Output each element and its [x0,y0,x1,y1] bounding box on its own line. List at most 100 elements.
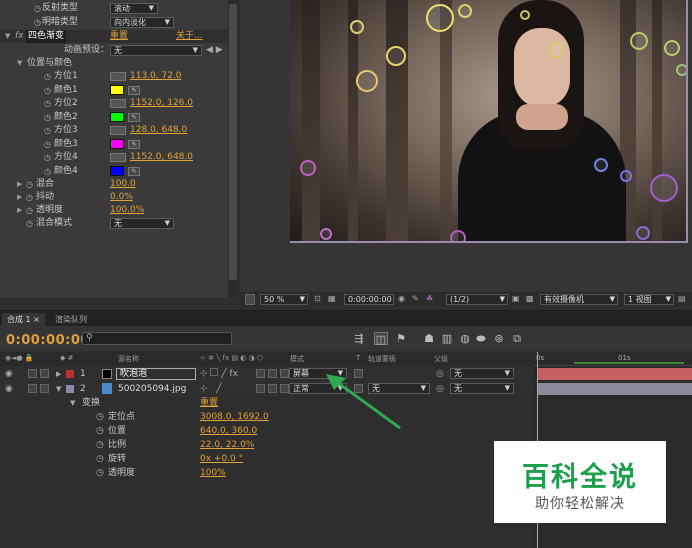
channel-icon[interactable]: ☘ [426,294,433,305]
stopwatch-icon[interactable]: ◷ [26,217,33,230]
prop-value[interactable]: 1152.0, 648.0 [130,151,193,164]
layer-switches[interactable]: ⊹ ╱ fx [200,367,238,381]
twirl-right-icon[interactable]: ▶ [17,178,22,191]
stopwatch-icon[interactable]: ◷ [34,2,41,15]
parent-dropdown[interactable]: 无 ▼ [450,368,514,379]
camera-dropdown[interactable]: 有效摄像机 ▼ [540,294,618,305]
prop-value[interactable]: 100.0 [110,178,136,191]
prop-value[interactable]: 0x +0.0 ° [200,452,243,466]
color-swatch[interactable] [110,84,124,95]
layer-name[interactable]: 吹泡泡 [116,368,196,380]
label-column-icon[interactable]: ◆ # [60,354,73,362]
effects-scrollbar[interactable] [228,0,238,298]
transparency-grid-icon[interactable]: ▩ [526,294,534,305]
prop-value[interactable]: 1152.0, 126.0 [130,97,193,110]
resolution-dropdown[interactable]: (1/2) ▼ [446,294,508,305]
switches-header-icons[interactable]: ⊹ ✲ ╲ fx ▤ ◐ ◑ ⬡ [200,354,263,362]
twirl-right-icon[interactable]: ▶ [17,191,22,204]
prop-value[interactable]: 128.0, 648.0 [130,124,187,137]
reset-link[interactable]: 重置 [110,30,128,43]
stopwatch-icon[interactable]: ◷ [26,204,33,217]
point-target-icon[interactable] [110,153,126,162]
safe-margins-icon[interactable]: ⊡ [314,294,321,305]
grid-icon[interactable]: ▦ [328,294,336,305]
eye-icon[interactable]: ◉ [5,382,13,396]
point-target-icon[interactable] [110,72,126,81]
color-swatch[interactable] [110,138,124,149]
stopwatch-icon[interactable]: ◷ [34,16,41,29]
stopwatch-icon[interactable]: ◷ [96,410,104,424]
switch-box[interactable] [280,369,289,378]
point-target-icon[interactable] [110,126,126,135]
stopwatch-icon[interactable]: ◷ [96,466,104,480]
layer-row[interactable]: ◉ ▼ 2 500205094.jpg ⊹ ╱ 正常 ▼ 无 ▼ ◎ 无 ▼ [0,382,534,396]
prop-value[interactable]: 100.0% [110,204,144,217]
group-position-color[interactable]: ▼ 位置与颜色 [0,57,238,70]
scrollbar-thumb[interactable] [229,4,237,280]
point-target-icon[interactable] [110,99,126,108]
twirl-right-icon[interactable]: ▶ [56,367,61,381]
stopwatch-icon[interactable]: ◷ [44,97,51,110]
layer-label-color[interactable] [66,385,74,393]
twirl-down-icon[interactable]: ▼ [70,396,75,410]
prop-value[interactable]: 0.0% [110,191,133,204]
eyedropper-icon[interactable]: ✎ [128,166,140,176]
always-preview-icon[interactable] [245,294,255,305]
parent-header[interactable]: 父级 [434,354,448,364]
shading-type-dropdown[interactable]: 向内淡化 ▼ [110,17,174,28]
timeline-timecode[interactable]: 0:00:00:00 [6,333,90,348]
composition-image[interactable] [290,0,688,243]
eye-icon[interactable]: ◉ [5,367,13,381]
parent-dropdown[interactable]: 无 ▼ [450,383,514,394]
transform-group[interactable]: ▼ 变换 重置 [0,396,534,410]
shy-layers-icon[interactable]: ☗ [422,332,436,345]
stopwatch-icon[interactable]: ◷ [44,165,51,178]
zoom-dropdown[interactable]: 50 % ▼ [260,294,308,305]
eyedropper-icon[interactable]: ✎ [128,85,140,95]
roi-icon[interactable]: ▣ [512,294,520,305]
stopwatch-icon[interactable]: ◷ [44,111,51,124]
frame-blending-icon[interactable]: ▥ [440,332,454,345]
blend-mode-dropdown[interactable]: 无 ▼ [110,218,174,229]
pickwhip-icon[interactable]: ◎ [436,382,444,396]
stopwatch-icon[interactable]: ◷ [96,452,104,466]
layer-label-color[interactable] [66,370,74,378]
switch-box[interactable] [268,384,277,393]
snapshot-icon[interactable]: ◉ [398,294,405,305]
eyedropper-icon[interactable]: ✎ [128,112,140,122]
prop-value[interactable]: 22.0, 22.0% [200,438,254,452]
motion-blur-icon[interactable]: ◍ [458,332,472,345]
lock-toggle[interactable] [40,369,49,378]
switch-box[interactable] [268,369,277,378]
prop-value[interactable]: 3008.0, 1692.0 [200,410,269,424]
live-update-icon[interactable]: ◫ [374,332,388,346]
prop-value[interactable]: 113.0, 72.0 [130,70,182,83]
prop-value[interactable]: 100% [200,466,226,480]
layer-search-input[interactable]: ⚲ [82,332,232,345]
layer-2-bar[interactable] [537,383,692,395]
auto-keyframe-icon[interactable]: ⧉ [510,332,524,345]
stopwatch-icon[interactable]: ◷ [44,138,51,151]
trkmat-header[interactable]: 轨道蒙板 [368,354,396,364]
stopwatch-icon[interactable]: ◷ [26,178,33,191]
mode-header[interactable]: 模式 [290,354,304,364]
tab-comp-1[interactable]: 合成 1 × [2,313,45,327]
switch-box[interactable] [256,384,265,393]
eyedropper-icon[interactable]: ✎ [128,139,140,149]
stopwatch-icon[interactable]: ◷ [44,84,51,97]
time-ruler[interactable]: 0s 01s [534,352,692,366]
twirl-down-icon[interactable]: ▼ [17,57,22,70]
layer-switches[interactable]: ⊹ ╱ [200,382,222,396]
switch-box[interactable] [280,384,289,393]
color-swatch[interactable] [110,165,124,176]
layer-row[interactable]: ◉ ▶ 1 吹泡泡 ⊹ ╱ fx 屏幕 ▼ ◎ 无 ▼ [0,367,534,381]
effect-header-four-color-gradient[interactable]: ▼ fx 四色渐变 重置 关于... [0,30,238,43]
animation-preset-dropdown[interactable]: 无 ▼ [110,45,202,56]
comp-mini-flowchart-icon[interactable]: ⇶ [352,332,366,345]
transform-reset-link[interactable]: 重置 [200,396,218,410]
solo-toggle[interactable] [28,384,37,393]
twirl-down-icon[interactable]: ▼ [56,382,61,396]
layer-name[interactable]: 500205094.jpg [118,382,186,396]
brainstorm-icon[interactable]: ⊛ [492,332,506,345]
prop-value[interactable]: 640.0, 360.0 [200,424,257,438]
